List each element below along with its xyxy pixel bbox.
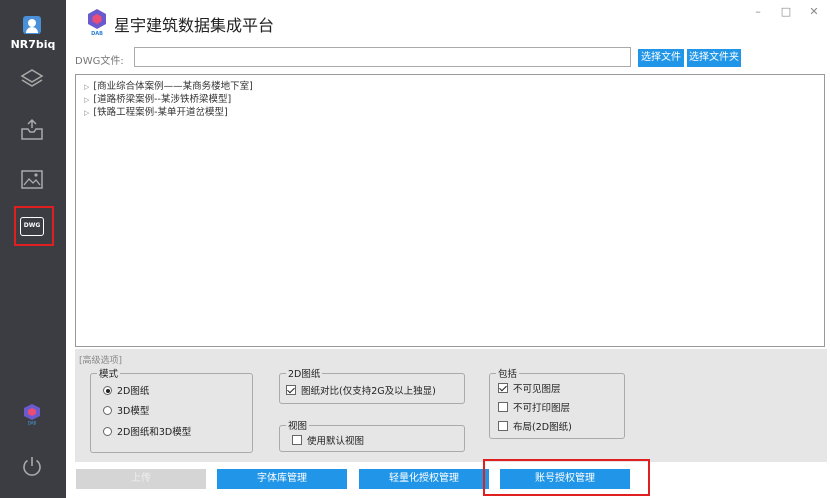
radio-label: 2D图纸和3D模型 [117, 427, 192, 438]
view-group-title: 视图 [286, 418, 310, 432]
radio-label: 2D图纸 [117, 386, 150, 397]
svg-text:DAB: DAB [91, 31, 103, 36]
dwg-icon[interactable]: DWG [20, 217, 44, 236]
svg-text:DAB: DAB [28, 421, 37, 426]
mode-group: 模式 2D图纸 3D模型 2D图纸和3D模型 [90, 366, 253, 453]
checkbox-label: 不可打印图层 [513, 403, 571, 414]
app-title: 星宇建筑数据集成平台 [114, 16, 275, 35]
include-group: 包括 不可见图层 不可打印图层 布局(2D图纸) [489, 366, 625, 439]
checkbox-checked-icon[interactable] [286, 385, 296, 395]
account-button-highlight [483, 459, 650, 496]
font-library-manage-button[interactable]: 字体库管理 [217, 469, 347, 489]
layers-icon[interactable] [19, 66, 45, 92]
app-logo-icon: DAB [86, 8, 108, 37]
advanced-options-panel: [高级选项] 模式 2D图纸 3D模型 2D图纸和3D模型 2D图纸 图纸对比(… [75, 349, 827, 462]
select-file-button[interactable]: 选择文件 [638, 49, 684, 67]
checkbox-icon[interactable] [498, 421, 508, 431]
power-icon[interactable] [21, 455, 43, 477]
checkbox-icon[interactable] [498, 402, 508, 412]
radio-3d[interactable]: 3D模型 [103, 403, 149, 417]
radio-2d[interactable]: 2D图纸 [103, 383, 149, 397]
close-button[interactable]: ✕ [806, 4, 822, 20]
lightweight-auth-manage-button[interactable]: 轻量化授权管理 [359, 469, 489, 489]
radio-2d-3d[interactable]: 2D图纸和3D模型 [103, 424, 191, 438]
project-tree[interactable]: ▷ [商业综合体案例——某商务楼地下室] ▷ [道路桥梁案例--某涉铁桥梁模型] ▷… [75, 74, 825, 347]
expand-arrow-icon[interactable]: ▷ [84, 109, 89, 117]
checkbox-label: 使用默认视图 [307, 436, 365, 447]
image-icon[interactable] [19, 166, 45, 192]
tree-item-label: [铁路工程案例-某单开道岔模型] [93, 107, 228, 118]
sidebar: NR7biq DWG DAB [0, 0, 66, 498]
minimize-button[interactable]: – [750, 4, 766, 20]
checkbox-icon[interactable] [292, 435, 302, 445]
checkbox-label: 布局(2D图纸) [513, 422, 572, 433]
advanced-options-label: [高级选项] [79, 356, 123, 366]
radio-selected-icon[interactable] [103, 386, 112, 395]
checkbox-checked-icon[interactable] [498, 383, 508, 393]
checkbox-label: 不可见图层 [513, 384, 561, 395]
drawing-2d-group: 2D图纸 图纸对比(仅支持2G及以上独显) [279, 366, 465, 404]
user-avatar-icon[interactable] [23, 16, 41, 34]
maximize-button[interactable]: □ [778, 4, 794, 20]
invisible-layer-checkbox[interactable]: 不可见图层 [498, 381, 561, 395]
drawing-2d-group-title: 2D图纸 [286, 366, 323, 380]
view-group: 视图 使用默认视图 [279, 418, 465, 452]
title-bar: DAB 星宇建筑数据集成平台 – □ ✕ [66, 0, 830, 44]
drawing-compare-checkbox[interactable]: 图纸对比(仅支持2G及以上独显) [286, 383, 436, 397]
expand-arrow-icon[interactable]: ▷ [84, 96, 89, 104]
tree-item[interactable]: ▷ [道路桥梁案例--某涉铁桥梁模型] [84, 91, 231, 105]
radio-label: 3D模型 [117, 406, 150, 417]
dwg-file-label: DWG文件: [75, 56, 124, 67]
inbox-upload-icon[interactable] [19, 117, 45, 143]
dwg-file-input[interactable] [134, 47, 631, 67]
upload-button[interactable]: 上传 [76, 469, 206, 489]
dab-logo-icon: DAB [22, 403, 42, 426]
expand-arrow-icon[interactable]: ▷ [84, 83, 89, 91]
default-view-checkbox[interactable]: 使用默认视图 [292, 433, 364, 447]
radio-icon[interactable] [103, 406, 112, 415]
nonprint-layer-checkbox[interactable]: 不可打印图层 [498, 400, 570, 414]
layout-2d-checkbox[interactable]: 布局(2D图纸) [498, 419, 572, 433]
tree-item[interactable]: ▷ [商业综合体案例——某商务楼地下室] [84, 78, 253, 92]
mode-group-title: 模式 [97, 366, 121, 380]
select-folder-button[interactable]: 选择文件夹 [687, 49, 741, 67]
radio-icon[interactable] [103, 427, 112, 436]
username: NR7biq [10, 38, 56, 51]
include-group-title: 包括 [496, 366, 520, 380]
tree-item[interactable]: ▷ [铁路工程案例-某单开道岔模型] [84, 104, 228, 118]
checkbox-label: 图纸对比(仅支持2G及以上独显) [301, 386, 436, 397]
